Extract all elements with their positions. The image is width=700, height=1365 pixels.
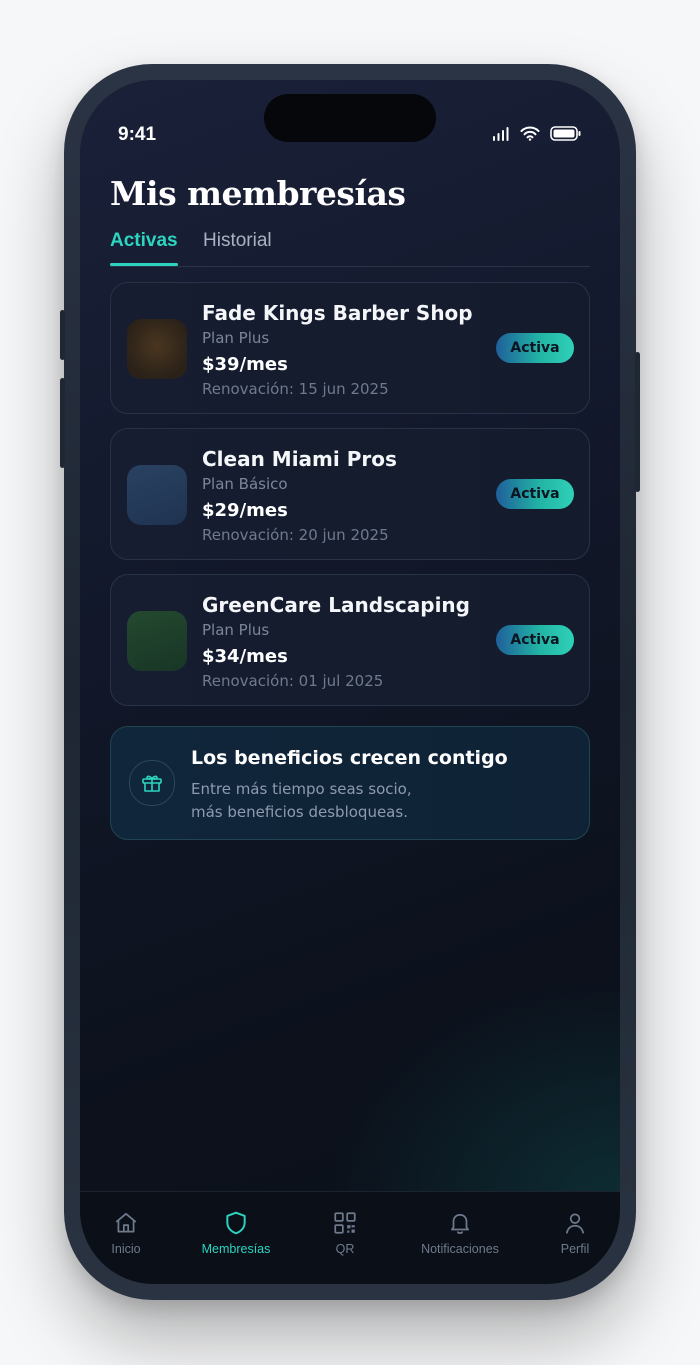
membership-card[interactable]: Fade Kings Barber Shop Plan Plus $39/mes…	[110, 282, 590, 414]
tab-activas[interactable]: Activas	[110, 230, 178, 266]
status-badge: Activa	[496, 625, 574, 655]
renewal-date: Renovación: 01 jul 2025	[202, 672, 384, 690]
bottom-nav: Inicio Membresías QR Notificaciones Perf…	[80, 1191, 620, 1284]
business-thumbnail	[127, 319, 187, 379]
benefits-line-2: más beneficios desbloqueas.	[191, 803, 408, 821]
business-name: Clean Miami Pros	[202, 447, 397, 471]
business-thumbnail	[127, 465, 187, 525]
dynamic-island	[264, 94, 436, 142]
renewal-date: Renovación: 20 jun 2025	[202, 526, 389, 544]
benefits-line-1: Entre más tiempo seas socio,	[191, 780, 412, 798]
business-name: GreenCare Landscaping	[202, 593, 470, 617]
tab-historial[interactable]: Historial	[203, 230, 272, 252]
status-badge: Activa	[496, 333, 574, 363]
nav-item-inicio[interactable]: Inicio	[80, 1210, 181, 1256]
plan-price: $39/mes	[202, 354, 288, 375]
nav-item-perfil[interactable]: Perfil	[520, 1210, 620, 1256]
nav-label: QR	[335, 1242, 355, 1256]
membership-card[interactable]: Clean Miami Pros Plan Básico $29/mes Ren…	[110, 428, 590, 560]
phone-frame: 9:41 Mis membresías Activas Historial Fa…	[60, 64, 640, 1300]
user-icon	[566, 1213, 584, 1234]
nav-label: Membresías	[201, 1242, 271, 1256]
benefits-description: Entre más tiempo seas socio, más benefic…	[191, 778, 511, 824]
business-thumbnail	[127, 611, 187, 671]
benefits-banner[interactable]: Los beneficios crecen contigo Entre más …	[110, 726, 590, 840]
status-time: 9:41	[118, 124, 157, 145]
plan-name: Plan Básico	[202, 475, 288, 493]
plan-name: Plan Plus	[202, 329, 270, 347]
shield-icon	[226, 1211, 246, 1235]
power-button	[635, 352, 640, 492]
business-name: Fade Kings Barber Shop	[202, 301, 473, 325]
status-icons	[492, 126, 582, 141]
volume-buttons	[60, 378, 65, 468]
nav-item-notificaciones[interactable]: Notificaciones	[405, 1210, 515, 1256]
renewal-date: Renovación: 15 jun 2025	[202, 380, 389, 398]
membership-card[interactable]: GreenCare Landscaping Plan Plus $34/mes …	[110, 574, 590, 706]
battery-icon	[550, 126, 581, 141]
nav-item-membresias[interactable]: Membresías	[181, 1210, 291, 1256]
bell-icon	[451, 1214, 469, 1234]
screen: 9:41 Mis membresías Activas Historial Fa…	[80, 80, 620, 1284]
nav-item-qr[interactable]: QR	[290, 1210, 400, 1256]
signal-icon	[493, 126, 509, 141]
plan-name: Plan Plus	[202, 621, 270, 639]
status-badge: Activa	[496, 479, 574, 509]
mute-switch	[60, 310, 65, 360]
plan-price: $29/mes	[202, 500, 288, 521]
tab-bar: Activas Historial	[110, 230, 590, 267]
plan-price: $34/mes	[202, 646, 288, 667]
gift-icon	[129, 760, 175, 806]
nav-label: Inicio	[111, 1242, 141, 1256]
wifi-icon	[520, 126, 540, 141]
nav-label: Notificaciones	[421, 1242, 499, 1256]
page-title: Mis membresías	[110, 174, 406, 213]
qr-icon	[334, 1212, 356, 1234]
benefits-title: Los beneficios crecen contigo	[191, 747, 508, 769]
nav-label: Perfil	[560, 1242, 590, 1256]
home-icon	[115, 1212, 137, 1233]
